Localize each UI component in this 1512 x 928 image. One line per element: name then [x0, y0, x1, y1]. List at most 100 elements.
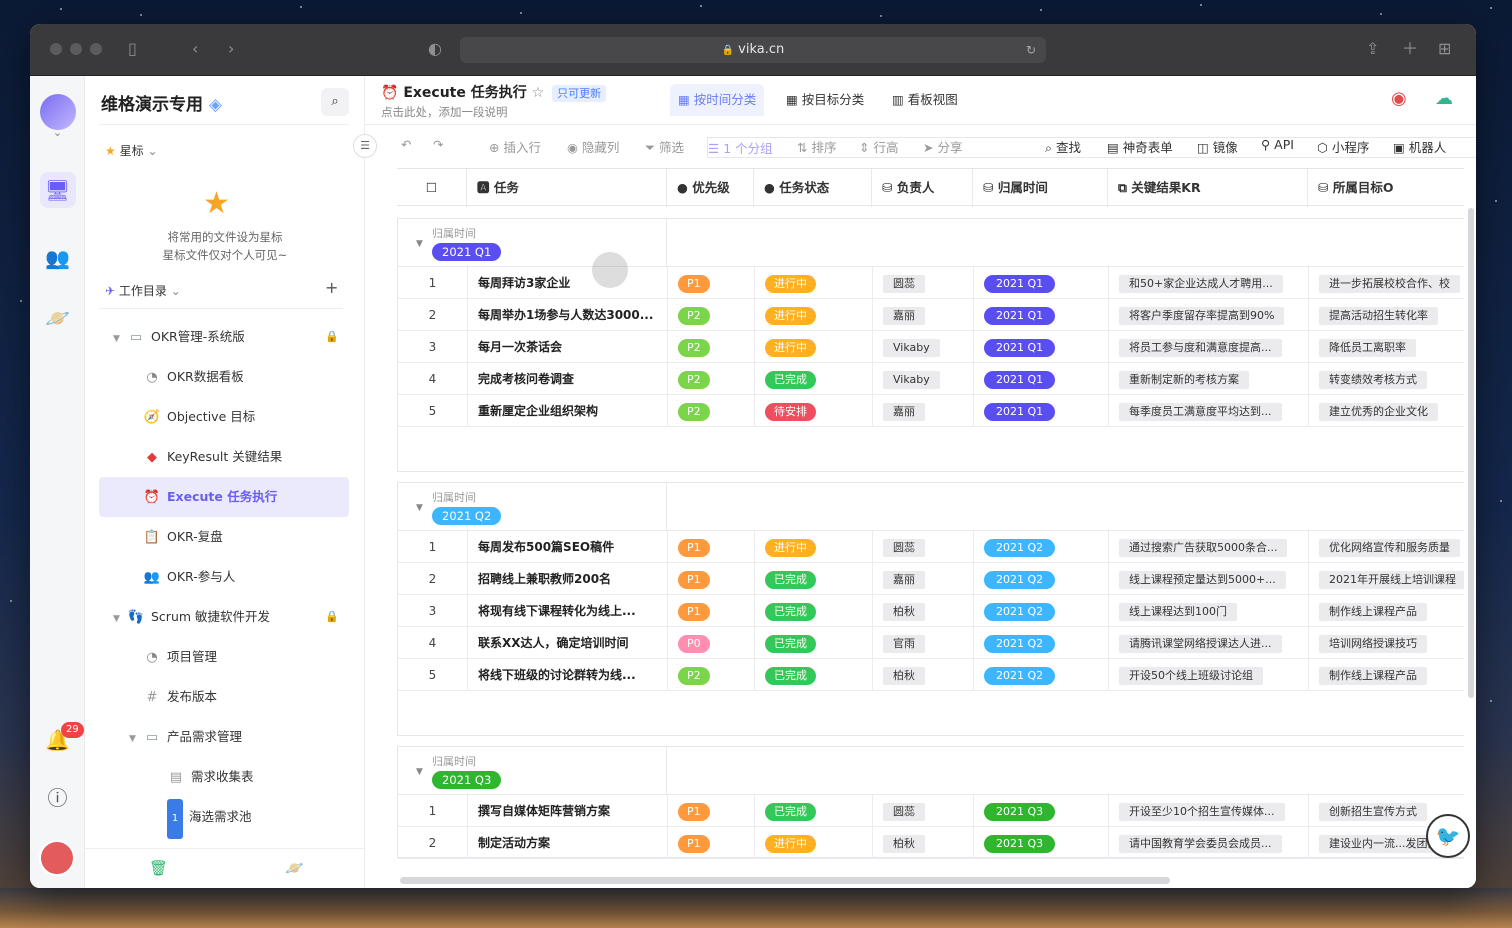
user-avatar[interactable] [39, 840, 75, 876]
period-cell[interactable]: 2021 Q1 [974, 267, 1109, 299]
period-cell[interactable]: 2021 Q2 [974, 531, 1109, 563]
objective-cell[interactable]: 培训网络授课技巧 [1309, 627, 1464, 659]
status-cell[interactable]: 进行中 [755, 827, 873, 859]
task-cell[interactable]: 每月一次茶话会 [468, 331, 668, 363]
objective-cell[interactable]: 制作线上课程产品 [1309, 659, 1464, 691]
share-button[interactable]: ➤ 分享 [923, 137, 962, 156]
caret-down-icon[interactable]: ▼ [416, 767, 423, 777]
objective-cell[interactable]: 制作线上课程产品 [1309, 595, 1464, 627]
column-header-status[interactable]: ● 任务状态 [754, 169, 872, 207]
tab-kanban[interactable]: ▥ 看板视图 [884, 84, 966, 116]
objective-cell[interactable]: 2021年开展线上培训课程 [1309, 563, 1464, 595]
filter-button[interactable]: ⏷ 筛选 [645, 137, 684, 156]
owner-cell[interactable]: 圆蕊 [873, 531, 974, 563]
tree-item-requirement-form[interactable]: ▤ 需求收集表 [99, 757, 349, 797]
objective-cell[interactable]: 进一步拓展校校合作、校 [1309, 267, 1464, 299]
table-row[interactable]: 2 每周举办1场参与人数达3000... P2 进行中 嘉丽 2021 Q1 将客户季度留存… [398, 299, 1464, 331]
owner-cell[interactable]: 嘉丽 [873, 563, 974, 595]
column-header-owner[interactable]: ⛁ 负责人 [872, 169, 973, 207]
kr-cell[interactable]: 开设50个线上班级讨论组 [1109, 659, 1309, 691]
task-cell[interactable]: 联系XX达人，确定培训时间 [468, 627, 668, 659]
select-all-checkbox[interactable]: ☐ [397, 169, 467, 207]
tree-item-objective[interactable]: 🧭 Objective 目标 [99, 397, 349, 437]
owner-cell[interactable]: 嘉丽 [873, 299, 974, 331]
tab-by-objective[interactable]: ▦ 按目标分类 [778, 84, 872, 116]
priority-cell[interactable]: P2 [668, 363, 755, 395]
table-row[interactable]: 2 制定活动方案 P1 进行中 柏秋 2021 Q3 请中国教育学会委员会成员... 建设业内… [398, 827, 1464, 859]
row-height-button[interactable]: ⇕ 行高 [859, 137, 898, 156]
find-button[interactable]: ⌕ 查找 [1045, 137, 1081, 156]
task-cell[interactable]: 将现有线下课程转化为线上... [468, 595, 668, 627]
table-row[interactable]: 5 将线下班级的讨论群转为线... P2 已完成 柏秋 2021 Q2 开设50个线上班级讨… [398, 659, 1464, 691]
objective-cell[interactable]: 优化网络宣传和服务质量 [1309, 531, 1464, 563]
forward-icon[interactable]: › [228, 39, 234, 59]
kr-cell[interactable]: 和50+家企业达成人才聘用... [1109, 267, 1309, 299]
zoom-window-button[interactable] [90, 43, 102, 55]
cloud-sync-icon[interactable]: ☁ [1435, 88, 1453, 109]
sort-button[interactable]: ⇅ 排序 [797, 137, 836, 156]
form-button[interactable]: ▤ 神奇表单 [1107, 137, 1173, 156]
kr-cell[interactable]: 通过搜索广告获取5000条合... [1109, 531, 1309, 563]
tree-folder-product-requirements[interactable]: ▼ ▭ 产品需求管理 [99, 717, 349, 757]
owner-cell[interactable]: Vikaby [873, 363, 974, 395]
templates-icon[interactable]: 🪐 [30, 306, 85, 330]
mirror-button[interactable]: ◫ 镜像 [1197, 137, 1238, 156]
group-header[interactable]: ▼ 归属时间 2021 Q3 [398, 747, 1464, 795]
tree-item-project-management[interactable]: ◔ 项目管理 [99, 637, 349, 677]
status-cell[interactable]: 进行中 [755, 331, 873, 363]
template-planet-icon[interactable]: 🪐 [285, 859, 304, 877]
collapse-sidebar-button[interactable]: ☰ [353, 134, 377, 158]
kr-cell[interactable]: 请中国教育学会委员会成员... [1109, 827, 1309, 859]
status-cell[interactable]: 已完成 [755, 595, 873, 627]
datasheet-description[interactable]: 点击此处，添加一段说明 [381, 104, 508, 120]
star-outline-icon[interactable]: ☆ [532, 85, 545, 101]
help-icon[interactable]: ⓘ [30, 782, 85, 811]
task-cell[interactable]: 制定活动方案 [468, 827, 668, 859]
vikaby-mascot-icon[interactable]: 🐦 [1426, 814, 1470, 858]
objective-cell[interactable]: 转变绩效考核方式 [1309, 363, 1464, 395]
caret-down-icon[interactable]: ▼ [416, 239, 423, 249]
status-cell[interactable]: 进行中 [755, 267, 873, 299]
add-node-button[interactable]: + [325, 278, 338, 297]
task-cell[interactable]: 将线下班级的讨论群转为线... [468, 659, 668, 691]
vertical-scrollbar[interactable] [1468, 208, 1474, 698]
robot-button[interactable]: ▣ 机器人 [1393, 137, 1446, 156]
status-cell[interactable]: 已完成 [755, 795, 873, 827]
starred-section-toggle[interactable]: ★ 星标 ⌄ [105, 142, 158, 159]
kr-cell[interactable]: 将客户季度留存率提高到90% [1109, 299, 1309, 331]
owner-cell[interactable]: 柏秋 [873, 595, 974, 627]
task-cell[interactable]: 每周发布500篇SEO稿件 [468, 531, 668, 563]
priority-cell[interactable]: P2 [668, 299, 755, 331]
kr-cell[interactable]: 线上课程达到100门 [1109, 595, 1309, 627]
status-cell[interactable]: 待安排 [755, 395, 873, 427]
status-cell[interactable]: 进行中 [755, 299, 873, 331]
objective-cell[interactable]: 建立优秀的企业文化 [1309, 395, 1464, 427]
tree-item-okr-participants[interactable]: 👥 OKR-参与人 [99, 557, 349, 597]
group-header[interactable]: ▼ 归属时间 2021 Q2 [398, 483, 1464, 531]
task-cell[interactable]: 撰写自媒体矩阵营销方案 [468, 795, 668, 827]
objective-cell[interactable]: 提高活动招生转化率 [1309, 299, 1464, 331]
table-row[interactable]: 4 完成考核问卷调查 P2 已完成 Vikaby 2021 Q1 重新制定新的考核方案 转变绩… [398, 363, 1464, 395]
status-cell[interactable]: 已完成 [755, 563, 873, 595]
priority-cell[interactable]: P1 [668, 563, 755, 595]
table-row[interactable]: 1 撰写自媒体矩阵营销方案 P1 已完成 圆蕊 2021 Q3 开设至少10个招生宣传媒体.… [398, 795, 1464, 827]
owner-cell[interactable]: 柏秋 [873, 827, 974, 859]
minimize-window-button[interactable] [70, 43, 82, 55]
objective-cell[interactable]: 降低员工离职率 [1309, 331, 1464, 363]
mini-program-button[interactable]: ⬡ 小程序 [1317, 137, 1369, 156]
table-row[interactable]: 5 重新厘定企业组织架构 P2 待安排 嘉丽 2021 Q1 每季度员工满意度平均达到...… [398, 395, 1464, 427]
tree-item-keyresult[interactable]: ◆ KeyResult 关键结果 [99, 437, 349, 477]
owner-cell[interactable]: Vikaby [873, 331, 974, 363]
shield-icon[interactable]: ◐ [428, 39, 442, 59]
status-cell[interactable]: 已完成 [755, 627, 873, 659]
column-header-objective[interactable]: ⛁ 所属目标O [1308, 169, 1464, 207]
priority-cell[interactable]: P1 [668, 795, 755, 827]
kr-cell[interactable]: 将员工参与度和满意度提高... [1109, 331, 1309, 363]
priority-cell[interactable]: P1 [668, 595, 755, 627]
insert-row-button[interactable]: ⊕ 插入行 [489, 137, 541, 156]
chevron-down-icon[interactable]: ⌄ [30, 126, 85, 139]
tab-by-time[interactable]: ▦ 按时间分类 [670, 84, 765, 116]
column-header-task[interactable]: 🅰 任务 [467, 169, 667, 207]
period-cell[interactable]: 2021 Q1 [974, 331, 1109, 363]
task-cell[interactable]: 每周举办1场参与人数达3000... [468, 299, 668, 331]
